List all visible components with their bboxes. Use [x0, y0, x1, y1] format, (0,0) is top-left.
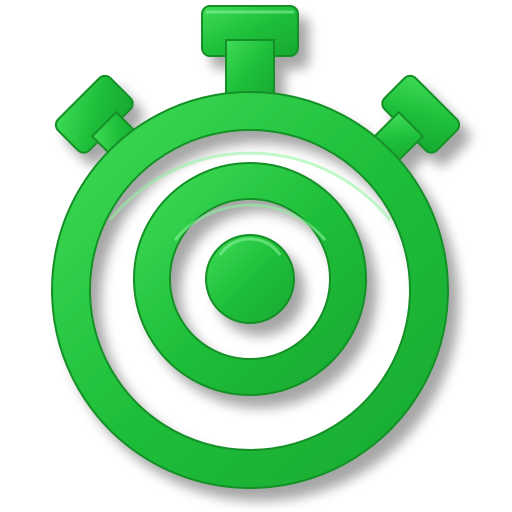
center-dot: [205, 234, 295, 324]
crown-stem: [225, 39, 275, 101]
stopwatch-target-icon: [51, 5, 461, 489]
icon-canvas: [0, 0, 512, 512]
